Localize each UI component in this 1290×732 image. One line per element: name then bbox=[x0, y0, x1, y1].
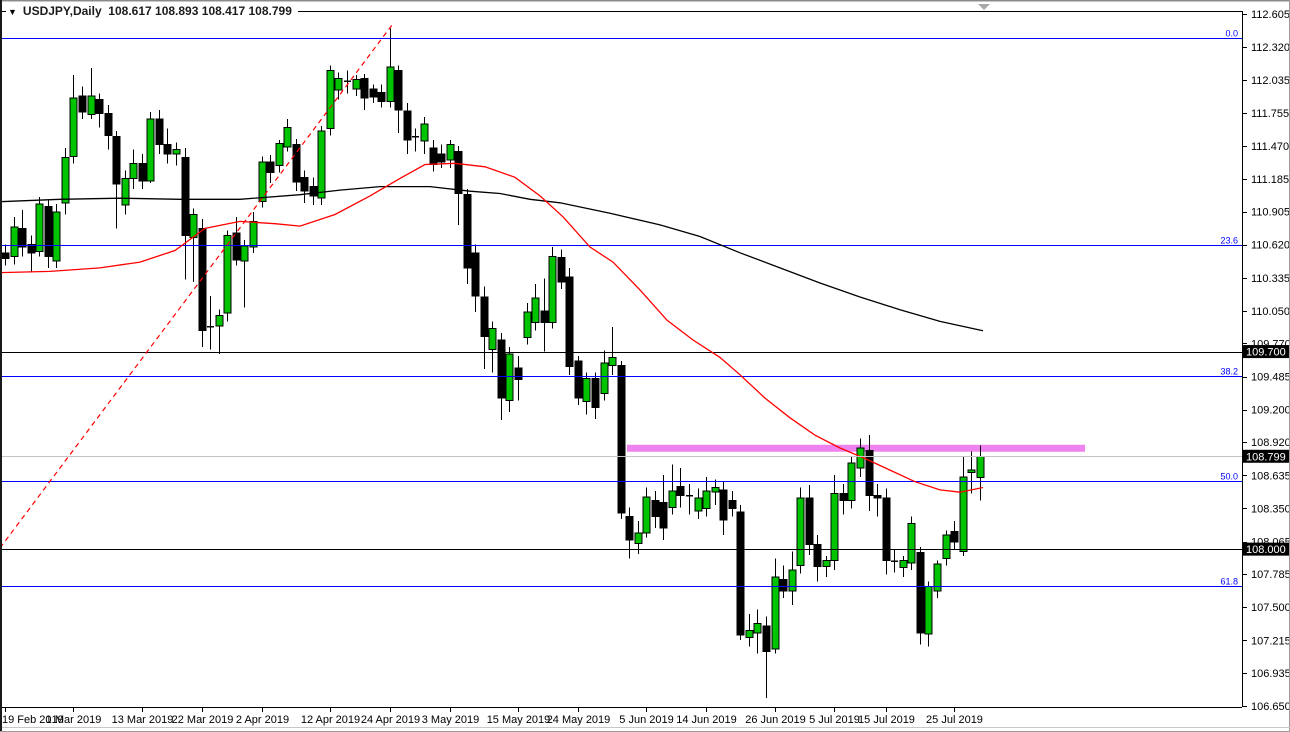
date-tick-label: 3 May 2019 bbox=[422, 714, 479, 726]
date-tick-label: 1 Mar 2019 bbox=[46, 714, 102, 726]
price-tick-label: 106.935 bbox=[1251, 668, 1290, 680]
candle bbox=[797, 488, 804, 574]
date-tick-label: 12 Apr 2019 bbox=[301, 714, 360, 726]
fib-level-label: 38.2 bbox=[1220, 367, 1238, 377]
price-tick-label: 108.350 bbox=[1251, 503, 1290, 515]
candle bbox=[737, 505, 744, 640]
candle bbox=[566, 268, 573, 375]
candle bbox=[259, 156, 266, 207]
candle bbox=[917, 547, 924, 645]
ohlc-close: 108.799 bbox=[249, 4, 292, 18]
fib-level-label: 50.0 bbox=[1220, 472, 1238, 482]
price-tick-label: 107.500 bbox=[1251, 602, 1290, 614]
ohlc-low: 108.417 bbox=[202, 4, 245, 18]
price-band[interactable] bbox=[627, 445, 1085, 452]
price-tick-label: 108.635 bbox=[1251, 470, 1290, 482]
candle bbox=[848, 456, 855, 508]
price-tick-label: 109.200 bbox=[1251, 405, 1290, 417]
candle bbox=[147, 112, 154, 183]
price-tick-label: 106.650 bbox=[1251, 701, 1290, 713]
price-tick-label: 111.185 bbox=[1251, 174, 1289, 186]
price-tick-label: 107.215 bbox=[1251, 635, 1290, 647]
price-tick-label: 112.320 bbox=[1251, 42, 1290, 54]
candle bbox=[575, 356, 582, 405]
fib-level-label: 0.0 bbox=[1225, 29, 1238, 39]
candlestick-chart[interactable]: 0.0 23.6 38.2 50.0 61.8 112.605 112.320 112.035… bbox=[0, 0, 1290, 732]
chart-title-bar: ▼ USDJPY,Daily 108.617 108.893 108.417 10… bbox=[6, 3, 298, 19]
chart-background bbox=[0, 0, 1290, 732]
candle bbox=[549, 247, 556, 328]
date-tick-label: 13 Mar 2019 bbox=[112, 714, 174, 726]
date-tick-label: 5 Jun 2019 bbox=[619, 714, 673, 726]
ohlc-high: 108.893 bbox=[155, 4, 198, 18]
candle bbox=[53, 204, 60, 268]
price-tick-label: 109.485 bbox=[1251, 372, 1290, 384]
price-highlight-label: 108.000 bbox=[1246, 544, 1286, 556]
candle bbox=[199, 219, 206, 347]
date-tick-label: 24 May 2019 bbox=[547, 714, 611, 726]
price-tick-label: 110.905 bbox=[1251, 207, 1290, 219]
price-tick-label: 107.785 bbox=[1251, 569, 1290, 581]
price-tick-label: 110.050 bbox=[1251, 306, 1290, 318]
candle bbox=[327, 66, 334, 136]
price-tick-label: 111.470 bbox=[1251, 141, 1289, 153]
date-tick-label: 15 Jul 2019 bbox=[858, 714, 915, 726]
date-tick-label: 14 Jun 2019 bbox=[676, 714, 737, 726]
price-highlight-label: 109.700 bbox=[1246, 347, 1286, 359]
price-tick-label: 112.035 bbox=[1251, 75, 1290, 87]
candle bbox=[618, 361, 625, 519]
fib-level-label: 61.8 bbox=[1220, 577, 1238, 587]
date-tick-label: 25 Jul 2019 bbox=[926, 714, 983, 726]
date-tick-label: 2 Apr 2019 bbox=[236, 714, 289, 726]
price-tick-label: 108.920 bbox=[1251, 437, 1290, 449]
price-tick-label: 111.755 bbox=[1251, 108, 1289, 120]
price-highlight-label: 108.799 bbox=[1246, 451, 1286, 463]
candle bbox=[318, 126, 325, 205]
price-tick-label: 110.335 bbox=[1251, 273, 1290, 285]
date-tick-label: 5 Jul 2019 bbox=[809, 714, 860, 726]
candle bbox=[908, 517, 915, 570]
date-tick-label: 15 May 2019 bbox=[487, 714, 551, 726]
date-tick-label: 22 Mar 2019 bbox=[172, 714, 234, 726]
symbol-timeframe-label: USDJPY,Daily bbox=[23, 4, 102, 18]
price-tick-label: 110.620 bbox=[1251, 240, 1290, 252]
ohlc-open: 108.617 bbox=[108, 4, 151, 18]
candle bbox=[36, 197, 43, 256]
date-tick-label: 24 Apr 2019 bbox=[361, 714, 420, 726]
fib-level-label: 23.6 bbox=[1220, 236, 1238, 246]
chart-window: ▼ USDJPY,Daily 108.617 108.893 108.417 10… bbox=[0, 0, 1290, 732]
date-tick-label: 26 Jun 2019 bbox=[745, 714, 806, 726]
symbol-dropdown-icon[interactable]: ▼ bbox=[8, 7, 17, 17]
price-tick-label: 112.605 bbox=[1251, 9, 1290, 21]
